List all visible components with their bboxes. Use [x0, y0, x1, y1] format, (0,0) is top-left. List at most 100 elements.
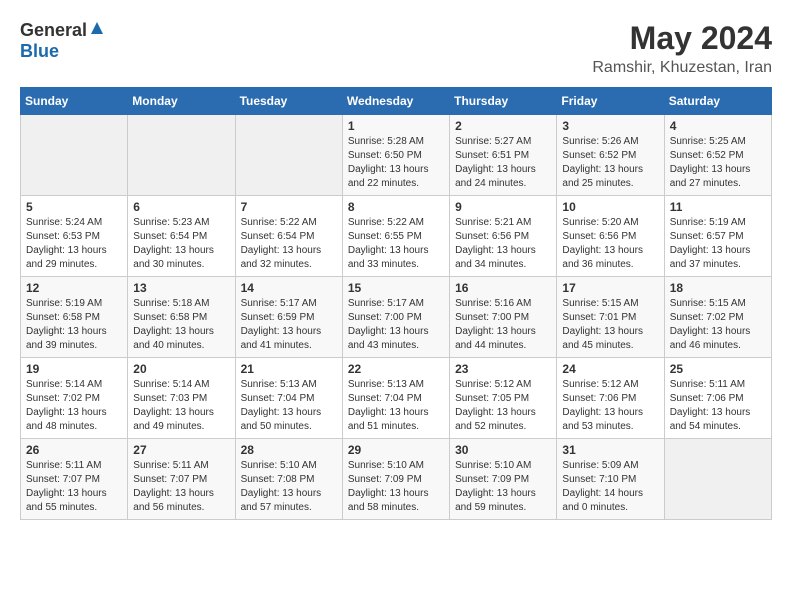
header-row: SundayMondayTuesdayWednesdayThursdayFrid… [21, 88, 772, 115]
header-cell-saturday: Saturday [664, 88, 771, 115]
day-info: Sunrise: 5:25 AM Sunset: 6:52 PM Dayligh… [670, 135, 766, 191]
day-number: 5 [26, 200, 122, 214]
day-cell: 30Sunrise: 5:10 AM Sunset: 7:09 PM Dayli… [450, 439, 557, 520]
day-cell [128, 115, 235, 196]
header-cell-thursday: Thursday [450, 88, 557, 115]
day-number: 28 [241, 443, 337, 457]
day-info: Sunrise: 5:09 AM Sunset: 7:10 PM Dayligh… [562, 459, 658, 515]
day-number: 10 [562, 200, 658, 214]
day-number: 27 [133, 443, 229, 457]
day-cell: 14Sunrise: 5:17 AM Sunset: 6:59 PM Dayli… [235, 277, 342, 358]
day-info: Sunrise: 5:28 AM Sunset: 6:50 PM Dayligh… [348, 135, 444, 191]
logo: General Blue [20, 20, 105, 62]
day-cell: 6Sunrise: 5:23 AM Sunset: 6:54 PM Daylig… [128, 196, 235, 277]
day-info: Sunrise: 5:10 AM Sunset: 7:09 PM Dayligh… [348, 459, 444, 515]
day-number: 26 [26, 443, 122, 457]
day-info: Sunrise: 5:13 AM Sunset: 7:04 PM Dayligh… [348, 378, 444, 434]
week-row-4: 19 Sunrise: 5:14 AM Sunset: 7:02 PM Dayli… [21, 358, 772, 439]
day-number: 21 [241, 362, 337, 376]
day-number: 20 [133, 362, 229, 376]
day-number: 1 [348, 119, 444, 133]
day-info: Sunrise: 5:19 AM Sunset: 6:58 PM Dayligh… [26, 297, 122, 353]
day-info: Sunrise: 5:27 AM Sunset: 6:51 PM Dayligh… [455, 135, 551, 191]
day-info: Sunrise: 5:18 AM Sunset: 6:58 PM Dayligh… [133, 297, 229, 353]
day-cell: 21 Sunrise: 5:13 AM Sunset: 7:04 PM Dayli… [235, 358, 342, 439]
day-number: 15 [348, 281, 444, 295]
day-cell: 25 Sunrise: 5:11 AM Sunset: 7:06 PM Dayli… [664, 358, 771, 439]
day-cell [664, 439, 771, 520]
day-info: Sunrise: 5:15 AM Sunset: 7:02 PM Dayligh… [670, 297, 766, 353]
day-info: Sunrise: 5:10 AM Sunset: 7:08 PM Dayligh… [241, 459, 337, 515]
day-number: 8 [348, 200, 444, 214]
day-cell: 2Sunrise: 5:27 AM Sunset: 6:51 PM Daylig… [450, 115, 557, 196]
day-cell: 19 Sunrise: 5:14 AM Sunset: 7:02 PM Dayli… [21, 358, 128, 439]
day-cell: 10 Sunrise: 5:20 AM Sunset: 6:56 PM Dayli… [557, 196, 664, 277]
calendar-table: SundayMondayTuesdayWednesdayThursdayFrid… [20, 87, 772, 520]
day-info: Sunrise: 5:23 AM Sunset: 6:54 PM Dayligh… [133, 216, 229, 272]
day-cell: 24Sunrise: 5:12 AM Sunset: 7:06 PM Dayli… [557, 358, 664, 439]
logo-arrow-icon [89, 20, 105, 41]
day-number: 29 [348, 443, 444, 457]
week-row-5: 26 Sunrise: 5:11 AM Sunset: 7:07 PM Dayli… [21, 439, 772, 520]
day-info: Sunrise: 5:11 AM Sunset: 7:06 PM Dayligh… [670, 378, 766, 434]
day-info: Sunrise: 5:13 AM Sunset: 7:04 PM Dayligh… [241, 378, 337, 434]
day-number: 3 [562, 119, 658, 133]
day-cell: 31 Sunrise: 5:09 AM Sunset: 7:10 PM Dayli… [557, 439, 664, 520]
header-cell-sunday: Sunday [21, 88, 128, 115]
day-info: Sunrise: 5:21 AM Sunset: 6:56 PM Dayligh… [455, 216, 551, 272]
header-cell-friday: Friday [557, 88, 664, 115]
day-cell: 18Sunrise: 5:15 AM Sunset: 7:02 PM Dayli… [664, 277, 771, 358]
day-number: 22 [348, 362, 444, 376]
day-info: Sunrise: 5:20 AM Sunset: 6:56 PM Dayligh… [562, 216, 658, 272]
month-title: May 2024 [592, 20, 772, 57]
day-info: Sunrise: 5:11 AM Sunset: 7:07 PM Dayligh… [133, 459, 229, 515]
day-info: Sunrise: 5:15 AM Sunset: 7:01 PM Dayligh… [562, 297, 658, 353]
day-number: 25 [670, 362, 766, 376]
day-cell: 3 Sunrise: 5:26 AM Sunset: 6:52 PM Daylig… [557, 115, 664, 196]
week-row-1: 1 Sunrise: 5:28 AM Sunset: 6:50 PM Daylig… [21, 115, 772, 196]
day-number: 19 [26, 362, 122, 376]
day-info: Sunrise: 5:14 AM Sunset: 7:03 PM Dayligh… [133, 378, 229, 434]
day-cell: 27 Sunrise: 5:11 AM Sunset: 7:07 PM Dayli… [128, 439, 235, 520]
day-number: 16 [455, 281, 551, 295]
day-info: Sunrise: 5:26 AM Sunset: 6:52 PM Dayligh… [562, 135, 658, 191]
day-number: 4 [670, 119, 766, 133]
header-cell-tuesday: Tuesday [235, 88, 342, 115]
day-cell [21, 115, 128, 196]
day-cell: 28 Sunrise: 5:10 AM Sunset: 7:08 PM Dayli… [235, 439, 342, 520]
day-number: 24 [562, 362, 658, 376]
day-info: Sunrise: 5:14 AM Sunset: 7:02 PM Dayligh… [26, 378, 122, 434]
day-cell: 7Sunrise: 5:22 AM Sunset: 6:54 PM Daylig… [235, 196, 342, 277]
day-cell: 11Sunrise: 5:19 AM Sunset: 6:57 PM Dayli… [664, 196, 771, 277]
day-cell: 4 Sunrise: 5:25 AM Sunset: 6:52 PM Daylig… [664, 115, 771, 196]
week-row-3: 12 Sunrise: 5:19 AM Sunset: 6:58 PM Dayli… [21, 277, 772, 358]
day-number: 13 [133, 281, 229, 295]
day-number: 31 [562, 443, 658, 457]
day-cell: 13 Sunrise: 5:18 AM Sunset: 6:58 PM Dayli… [128, 277, 235, 358]
day-number: 17 [562, 281, 658, 295]
day-info: Sunrise: 5:22 AM Sunset: 6:55 PM Dayligh… [348, 216, 444, 272]
day-cell [235, 115, 342, 196]
day-info: Sunrise: 5:11 AM Sunset: 7:07 PM Dayligh… [26, 459, 122, 515]
day-cell: 22 Sunrise: 5:13 AM Sunset: 7:04 PM Dayli… [342, 358, 449, 439]
day-info: Sunrise: 5:22 AM Sunset: 6:54 PM Dayligh… [241, 216, 337, 272]
day-info: Sunrise: 5:16 AM Sunset: 7:00 PM Dayligh… [455, 297, 551, 353]
day-number: 30 [455, 443, 551, 457]
day-number: 12 [26, 281, 122, 295]
day-cell: 23Sunrise: 5:12 AM Sunset: 7:05 PM Dayli… [450, 358, 557, 439]
day-cell: 8 Sunrise: 5:22 AM Sunset: 6:55 PM Daylig… [342, 196, 449, 277]
day-number: 9 [455, 200, 551, 214]
day-cell: 16 Sunrise: 5:16 AM Sunset: 7:00 PM Dayli… [450, 277, 557, 358]
logo-general: General [20, 20, 87, 41]
header: General Blue May 2024 Ramshir, Khuzestan… [20, 20, 772, 77]
day-cell: 12 Sunrise: 5:19 AM Sunset: 6:58 PM Dayli… [21, 277, 128, 358]
header-cell-monday: Monday [128, 88, 235, 115]
day-cell: 5 Sunrise: 5:24 AM Sunset: 6:53 PM Daylig… [21, 196, 128, 277]
day-info: Sunrise: 5:12 AM Sunset: 7:05 PM Dayligh… [455, 378, 551, 434]
day-cell: 15Sunrise: 5:17 AM Sunset: 7:00 PM Dayli… [342, 277, 449, 358]
day-info: Sunrise: 5:24 AM Sunset: 6:53 PM Dayligh… [26, 216, 122, 272]
day-number: 14 [241, 281, 337, 295]
day-cell: 26 Sunrise: 5:11 AM Sunset: 7:07 PM Dayli… [21, 439, 128, 520]
day-cell: 29 Sunrise: 5:10 AM Sunset: 7:09 PM Dayli… [342, 439, 449, 520]
logo-blue: Blue [20, 41, 59, 61]
